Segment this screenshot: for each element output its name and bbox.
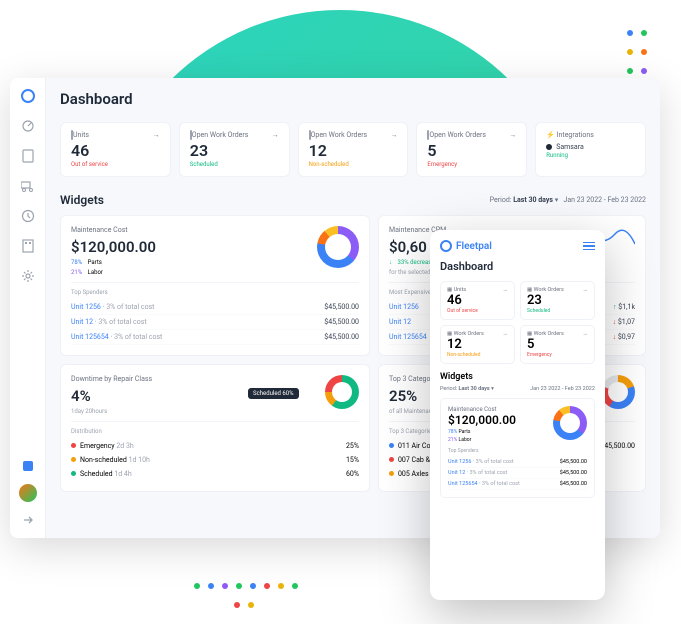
gear-icon[interactable] [20, 268, 36, 284]
dashboard-icon[interactable] [20, 118, 36, 134]
donut-chart [317, 226, 359, 268]
clock-icon[interactable] [20, 208, 36, 224]
brand[interactable]: Fleetpal [440, 240, 492, 252]
m-donut [553, 406, 587, 440]
brand-icon [440, 240, 452, 252]
clipboard-icon[interactable] [20, 148, 36, 164]
kpi-row: Units→ 46 Out of service Open Work Order… [60, 122, 646, 177]
m-spender-row[interactable]: Unit 12 · 3% of total cost$45,500.00 [448, 468, 587, 479]
period-selector[interactable]: Period: Last 30 days ▾ Jan 23 2022 - Feb… [490, 196, 646, 204]
arrow-icon: → [390, 131, 397, 139]
sidebar [10, 78, 46, 538]
page-title: Dashboard [60, 90, 646, 108]
m-kpi-scheduled[interactable]: ▦ Work Orders→23Scheduled [520, 281, 595, 320]
arrow-icon: → [272, 131, 279, 139]
kpi-scheduled[interactable]: Open Work Orders→ 23 Scheduled [179, 122, 290, 177]
donut-chart [325, 375, 359, 409]
dist-row[interactable]: Scheduled 1d 4h60% [71, 467, 359, 481]
widget-maintenance-cost: Maintenance Cost $120,000.00 78% Parts 2… [60, 215, 370, 356]
m-kpi-units[interactable]: ▦ Units→46Out of service [440, 281, 515, 320]
donut-chart [601, 375, 635, 409]
building-icon[interactable] [20, 238, 36, 254]
dist-row[interactable]: Emergency 2d 3h25% [71, 439, 359, 453]
m-kpi-emergency[interactable]: ▦ Work Orders→5Emergency [520, 325, 595, 364]
arrow-icon: → [153, 131, 160, 139]
avatar[interactable] [19, 484, 37, 502]
logo-icon[interactable] [20, 88, 36, 104]
kpi-units[interactable]: Units→ 46 Out of service [60, 122, 171, 177]
m-widget-maintenance-cost: Maintenance Cost $120,000.00 78% Parts 2… [440, 398, 595, 498]
collapse-icon[interactable] [20, 512, 36, 528]
mobile-window: Fleetpal Dashboard ▦ Units→46Out of serv… [430, 230, 605, 600]
m-spender-row[interactable]: Unit 1256 · 3% of total cost$45,500.00 [448, 457, 587, 468]
hamburger-icon[interactable] [583, 242, 595, 251]
decorative-dots-tr [623, 25, 651, 82]
m-spender-row[interactable]: Unit 125654 · 3% of total cost$45,500.00 [448, 479, 587, 490]
kpi-integrations[interactable]: ⚡ Integrations Samsara Running [535, 122, 646, 177]
truck-icon[interactable] [20, 178, 36, 194]
spender-row[interactable]: Unit 125654 · 3% of total cost$45,500.00 [71, 330, 359, 345]
widget-downtime: Downtime by Repair Class 4% 1day 20hours… [60, 364, 370, 492]
kpi-emergency[interactable]: Open Work Orders→ 5 Emergency [416, 122, 527, 177]
cube-icon[interactable] [20, 458, 36, 474]
spender-row[interactable]: Unit 1256 · 3% of total cost$45,500.00 [71, 300, 359, 315]
mobile-page-title: Dashboard [440, 260, 595, 273]
samsara-icon [546, 144, 552, 150]
decorative-dots-bottom [190, 578, 302, 616]
m-kpi-nonsched[interactable]: ▦ Work Orders→12Non-scheduled [440, 325, 515, 364]
kpi-nonscheduled[interactable]: Open Work Orders→ 12 Non-scheduled [298, 122, 409, 177]
m-period[interactable]: Period: Last 30 days ▾Jan 23 2022 - Feb … [440, 386, 595, 392]
m-widgets-title: Widgets [440, 372, 595, 382]
arrow-icon: → [509, 131, 516, 139]
widgets-title: Widgets [60, 193, 104, 207]
chart-tooltip: Scheduled 60% [248, 388, 299, 399]
spender-row[interactable]: Unit 12 · 3% of total cost$45,500.00 [71, 315, 359, 330]
dist-row[interactable]: Non-scheduled 1d 10h15% [71, 453, 359, 467]
